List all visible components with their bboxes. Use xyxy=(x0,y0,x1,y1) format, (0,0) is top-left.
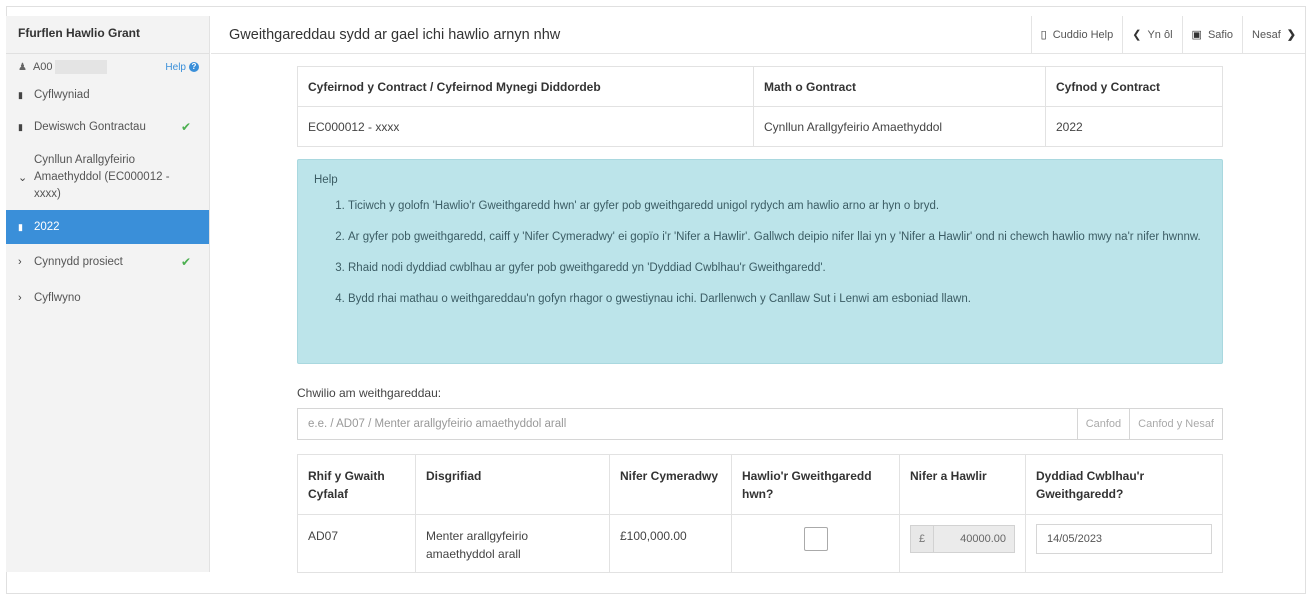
chevron-left-icon: ❮ xyxy=(1132,29,1142,41)
help-item: Bydd rhai mathau o weithgareddau'n gofyn… xyxy=(348,289,1206,309)
file-icon: ▮ xyxy=(18,121,23,132)
chevron-down-icon: ⌄ xyxy=(18,171,28,184)
save-button[interactable]: ▣ Safio xyxy=(1181,15,1242,54)
completion-date-cell xyxy=(1025,514,1223,573)
sidebar-item-label: Cyflwyno xyxy=(34,292,81,304)
contract-ref-header: Cyfeirnod y Contract / Cyfeirnod Mynegi … xyxy=(297,66,754,107)
sidebar-item-label: Cynllun Arallgyfeirio Amaethyddol (EC000… xyxy=(34,153,170,200)
contract-type-cell: Cynllun Arallgyfeirio Amaethyddol xyxy=(753,106,1046,147)
col-header-completion-date: Dyddiad Cwblhau'r Gweithgaredd? xyxy=(1025,454,1223,515)
user-icon: ♟ xyxy=(18,61,27,73)
question-circle-icon: ? xyxy=(189,62,199,72)
check-icon: ✔ xyxy=(180,255,191,269)
contract-period-header: Cyfnod y Contract xyxy=(1045,66,1223,107)
sidebar-item-contract[interactable]: ⌄ Cynllun Arallgyfeirio Amaethyddol (EC0… xyxy=(6,144,209,210)
contract-ref-cell: EC000012 - xxxx xyxy=(297,106,754,147)
approved-cell: £100,000.00 xyxy=(609,514,732,573)
help-item: Rhaid nodi dyddiad cwblhau ar gyfer pob … xyxy=(348,258,1206,278)
sidebar-item-label: 2022 xyxy=(34,221,60,233)
check-icon: ✔ xyxy=(180,120,191,134)
main-content: Cyfeirnod y Contract / Cyfeirnod Mynegi … xyxy=(297,66,1223,573)
sidebar-item-cyflwyno[interactable]: › Cyflwyno xyxy=(6,280,209,316)
help-box-title: Help xyxy=(314,174,338,186)
hide-help-button[interactable]: ▯ Cuddio Help xyxy=(1030,15,1123,54)
claim-checkbox[interactable] xyxy=(803,527,828,551)
find-button[interactable]: Canfod xyxy=(1077,408,1131,440)
back-label: Yn ôl xyxy=(1147,28,1173,41)
user-id-masked xyxy=(54,60,107,74)
sidebar-item-label: Dewiswch Gontractau xyxy=(34,121,146,133)
user-id: A00 xyxy=(32,61,53,73)
help-box: Help Ticiwch y golofn 'Hawlio'r Gweithga… xyxy=(297,159,1223,364)
sidebar-item-cynnydd-prosiect[interactable]: › Cynnydd prosiect ✔ xyxy=(6,244,209,280)
activities-table: Rhif y Gwaith Cyfalaf Disgrifiad Nifer C… xyxy=(297,454,1223,573)
currency-symbol: £ xyxy=(910,525,934,553)
sidebar-item-2022[interactable]: ▮ 2022 xyxy=(6,210,209,244)
code-cell: AD07 xyxy=(297,514,416,573)
table-row: EC000012 - xxxx Cynllun Arallgyfeirio Am… xyxy=(297,106,1223,147)
chevron-right-icon: ❯ xyxy=(1286,29,1296,41)
claimed-amount-field: £ 40000.00 xyxy=(910,525,1015,553)
back-button[interactable]: ❮ Yn ôl xyxy=(1122,15,1181,54)
sidebar-item-cyflwyniad[interactable]: ▮ Cyflwyniad xyxy=(6,80,209,110)
help-item: Ar gyfer pob gweithgaredd, caiff y 'Nife… xyxy=(348,227,1206,247)
sidebar-item-label: Cynnydd prosiect xyxy=(34,256,123,268)
next-button[interactable]: Nesaf ❯ xyxy=(1242,15,1305,54)
contract-period-cell: 2022 xyxy=(1045,106,1223,147)
sidebar-item-dewiswch-gontractau[interactable]: ▮ Dewiswch Gontractau ✔ xyxy=(6,110,209,144)
find-next-button[interactable]: Canfod y Nesaf xyxy=(1130,408,1223,440)
help-link[interactable]: Help ? xyxy=(165,62,199,73)
next-label: Nesaf xyxy=(1252,28,1281,41)
hide-help-label: Cuddio Help xyxy=(1052,28,1114,41)
contract-table: Cyfeirnod y Contract / Cyfeirnod Mynegi … xyxy=(297,66,1223,147)
file-icon: ▮ xyxy=(18,89,23,100)
book-icon: ▯ xyxy=(1040,29,1047,41)
chevron-right-icon: › xyxy=(18,292,22,304)
sidebar-title: Ffurflen Hawlio Grant xyxy=(6,16,209,54)
floppy-disk-icon: ▣ xyxy=(1191,29,1202,41)
claimed-amount-value: 40000.00 xyxy=(934,525,1015,553)
top-bar: Gweithgareddau sydd ar gael ichi hawlio … xyxy=(211,15,1305,54)
page-title: Gweithgareddau sydd ar gael ichi hawlio … xyxy=(229,26,561,43)
completion-date-input[interactable] xyxy=(1036,524,1212,554)
help-label: Help xyxy=(165,61,186,73)
col-header-claim: Hawlio'r Gweithgaredd hwn? xyxy=(731,454,900,515)
help-list: Ticiwch y golofn 'Hawlio'r Gweithgaredd … xyxy=(314,196,1206,309)
table-row: AD07 Menter arallgyfeirio amaethyddol ar… xyxy=(297,514,1223,573)
save-label: Safio xyxy=(1207,28,1234,41)
description-cell: Menter arallgyfeirio amaethyddol arall xyxy=(415,514,610,573)
col-header-code: Rhif y Gwaith Cyfalaf xyxy=(297,454,416,515)
contract-type-header: Math o Gontract xyxy=(753,66,1046,107)
col-header-approved: Nifer Cymeradwy xyxy=(609,454,732,515)
search-label: Chwilio am weithgareddau: xyxy=(297,386,442,400)
col-header-description: Disgrifiad xyxy=(415,454,610,515)
user-row: ♟ A00 Help ? xyxy=(6,54,209,80)
search-row: Canfod Canfod y Nesaf xyxy=(297,408,1223,440)
chevron-right-icon: › xyxy=(18,256,22,268)
claimed-cell: £ 40000.00 xyxy=(899,514,1026,573)
claim-cell xyxy=(731,514,900,573)
col-header-claimed: Nifer a Hawlir xyxy=(899,454,1026,515)
sidebar: Ffurflen Hawlio Grant ♟ A00 Help ? ▮ Cyf… xyxy=(6,16,210,572)
help-item: Ticiwch y golofn 'Hawlio'r Gweithgaredd … xyxy=(348,196,1206,216)
file-icon: ▮ xyxy=(18,221,23,232)
search-input[interactable] xyxy=(297,408,1078,440)
sidebar-item-label: Cyflwyniad xyxy=(34,89,90,101)
